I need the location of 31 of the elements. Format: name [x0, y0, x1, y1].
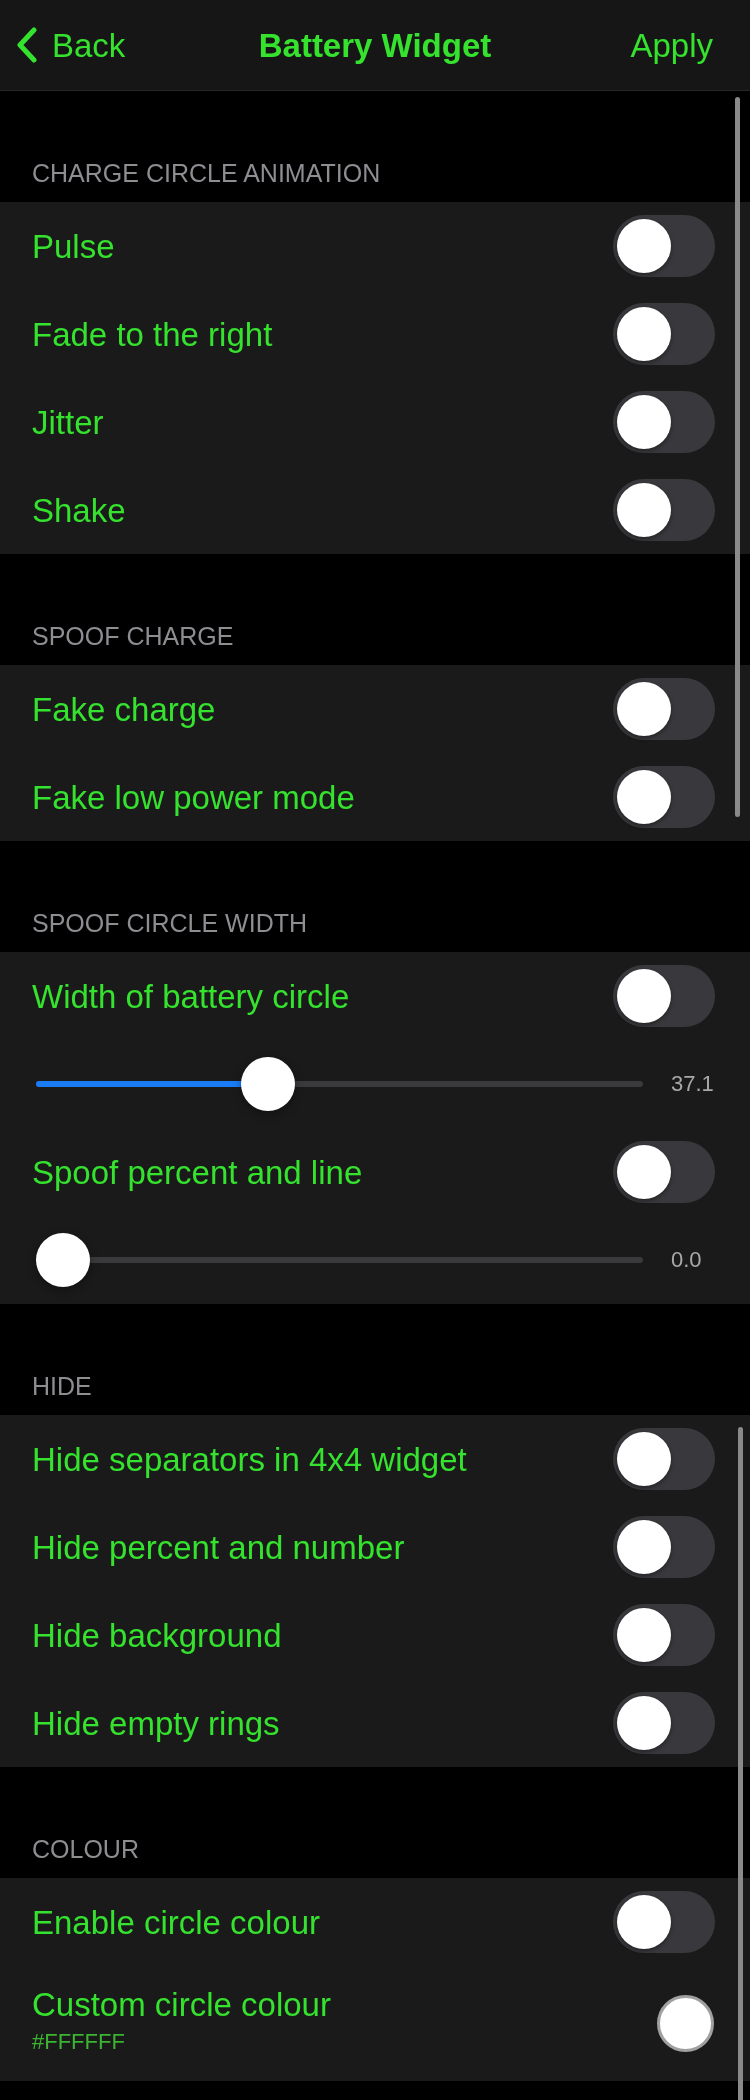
apply-button[interactable]: Apply — [630, 28, 713, 62]
section-header: CHARGE CIRCLE ANIMATION — [32, 161, 381, 186]
section-header: HIDE — [32, 1374, 92, 1399]
slider-value: 0.0 — [671, 1249, 703, 1271]
setting-label: Hide background — [32, 1618, 283, 1652]
back-button[interactable]: Back — [16, 27, 126, 63]
setting-label: Hide percent and number — [32, 1530, 406, 1564]
slider-track[interactable] — [36, 1057, 643, 1111]
setting-label: Fake low power mode — [32, 780, 356, 814]
page-title: Battery Widget — [258, 28, 492, 62]
slider-thumb[interactable] — [36, 1233, 90, 1287]
setting-label: Spoof percent and line — [32, 1155, 364, 1189]
setting-label: Fake charge — [32, 692, 217, 726]
setting-label: Enable circle colour — [32, 1905, 321, 1939]
slider-thumb[interactable] — [241, 1057, 296, 1111]
color-swatch-icon[interactable] — [657, 1995, 714, 2052]
setting-label: Jitter — [32, 405, 105, 439]
setting-label: Fade to the right — [32, 317, 274, 351]
setting-label: Custom circle colour — [32, 1988, 332, 2021]
section-header: SPOOF CIRCLE WIDTH — [32, 911, 307, 936]
setting-label: Pulse — [32, 229, 116, 263]
section-header: SPOOF CHARGE — [32, 624, 234, 649]
slider-value: 37.1 — [671, 1073, 715, 1095]
setting-label: Hide separators in 4x4 widget — [32, 1442, 468, 1476]
slider-track[interactable] — [36, 1233, 643, 1287]
setting-label: Width of battery circle — [32, 979, 351, 1013]
chevron-left-icon — [16, 27, 38, 63]
setting-label: Hide empty rings — [32, 1706, 281, 1740]
color-hex-value: #FFFFFF — [32, 2031, 126, 2053]
section-header: COLOUR — [32, 1837, 139, 1862]
setting-label: Shake — [32, 493, 127, 527]
